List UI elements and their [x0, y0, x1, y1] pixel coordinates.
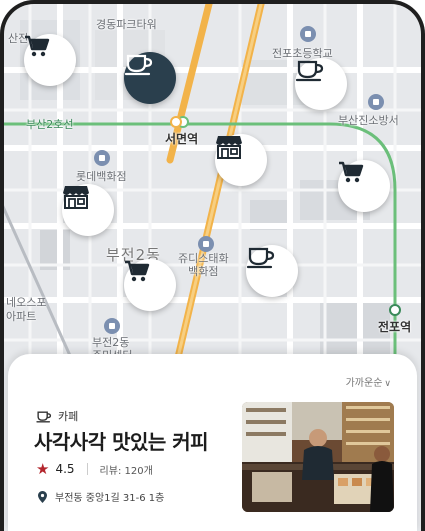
cafe-photo[interactable]	[242, 402, 394, 512]
divider	[86, 463, 88, 475]
sort-dropdown[interactable]: 가까운순 ∨	[346, 374, 391, 389]
map-marker-store-2[interactable]	[62, 184, 114, 236]
map-marker-shop-2[interactable]	[338, 160, 390, 212]
shopping-cart-icon	[339, 161, 364, 183]
department-store-poi-icon	[94, 150, 110, 166]
shopping-cart-icon	[125, 260, 150, 282]
map-label-fire-station: 부산진소방서	[338, 114, 399, 127]
map-marker-shop-1[interactable]	[24, 34, 76, 86]
map-label-dept-store: 롯데백화점	[76, 170, 127, 183]
rating-value: 4.5	[55, 462, 75, 476]
category-label: 카페	[58, 410, 79, 423]
school-poi-icon	[300, 26, 316, 42]
coffee-cup-icon	[295, 60, 324, 82]
map-label-station: 서면역	[165, 132, 199, 146]
judis-poi-icon	[198, 236, 214, 252]
address-text: 부전동 중앙1길 31-6 1층	[55, 493, 165, 504]
category-row: 카페	[36, 408, 78, 424]
map-label-apartment: 네오스포 아파트	[6, 296, 47, 323]
shopping-cart-icon	[25, 35, 50, 57]
rating-row: ★ 4.5 리뷰: 120개	[36, 460, 153, 478]
cafe-interior-image	[242, 402, 394, 512]
sort-label: 가까운순	[345, 378, 383, 389]
map-label-line: 부산2호선	[26, 118, 74, 131]
map-marker-shop-3[interactable]	[124, 259, 176, 311]
map-view[interactable]: 경동파크타워 산진 전포초등학교 부산2호선 서면역 부산진소방서 롯데백화점 …	[0, 0, 425, 400]
place-name[interactable]: 사각사각 맛있는 커피	[34, 426, 209, 455]
location-pin-icon	[38, 490, 47, 503]
review-count[interactable]: 리뷰: 120개	[100, 462, 153, 477]
chevron-down-icon: ∨	[384, 379, 391, 389]
map-marker-cafe-selected[interactable]	[124, 52, 176, 104]
storefront-icon	[216, 136, 242, 159]
fire-station-poi-icon	[368, 94, 384, 110]
district-office-poi-icon	[104, 318, 120, 334]
map-marker-cafe-3[interactable]	[246, 245, 298, 297]
phone-screen: 경동파크타워 산진 전포초등학교 부산2호선 서면역 부산진소방서 롯데백화점 …	[0, 0, 425, 531]
star-icon: ★	[36, 460, 50, 478]
map-label-tower: 경동파크타워	[96, 18, 157, 31]
map-label-station-right: 전포역	[378, 320, 412, 334]
address-row: 부전동 중앙1길 31-6 1층	[38, 489, 164, 504]
coffee-cup-icon	[124, 54, 153, 76]
place-detail-card[interactable]: 가까운순 ∨ 카페 사각사각 맛있는 커피 ★ 4.5 리뷰: 120개 부전동…	[8, 354, 417, 531]
map-marker-store-1[interactable]	[215, 134, 267, 186]
storefront-icon	[63, 186, 89, 209]
map-label-judis: 쥬디스태화 백화점	[178, 252, 229, 278]
coffee-cup-icon	[36, 411, 52, 423]
app-viewport: 경동파크타워 산진 전포초등학교 부산2호선 서면역 부산진소방서 롯데백화점 …	[0, 0, 425, 531]
coffee-cup-icon	[246, 247, 275, 269]
map-marker-cafe-2[interactable]	[295, 58, 347, 110]
